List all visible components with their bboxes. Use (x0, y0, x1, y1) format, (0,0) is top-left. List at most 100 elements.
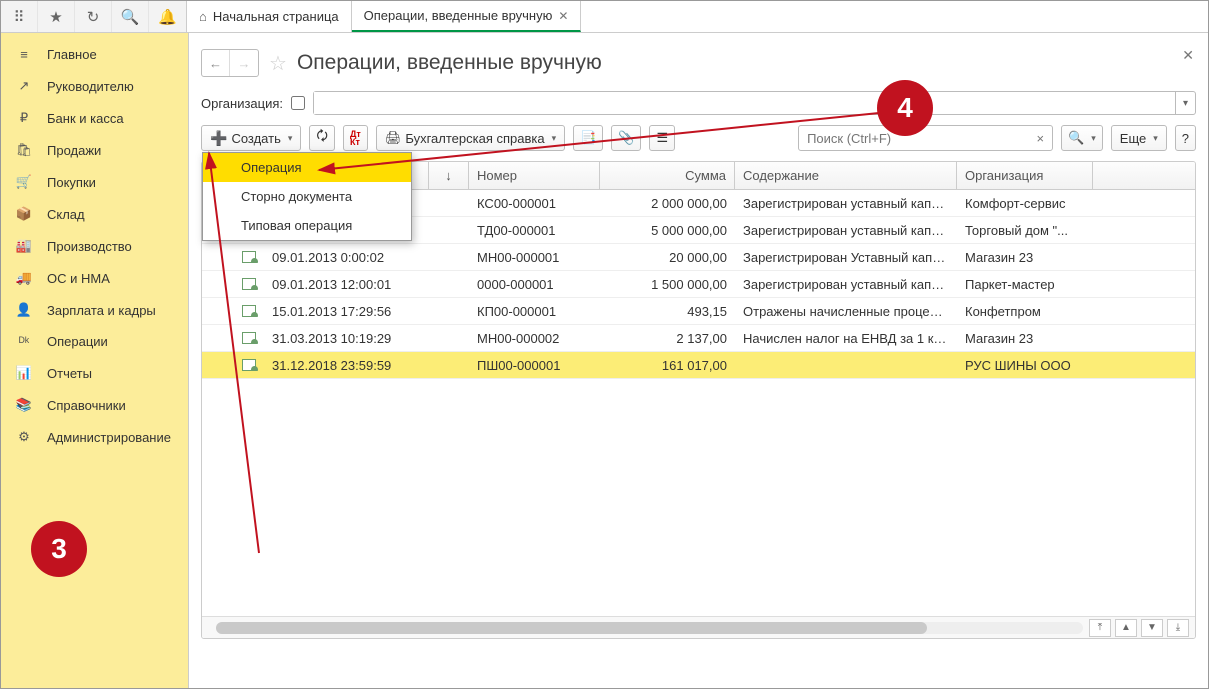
doc-icon (242, 332, 256, 344)
list-button[interactable]: ☰ (649, 125, 675, 151)
doc-icon (242, 305, 256, 317)
cell: ТД00-000001 (469, 223, 600, 238)
sidebar-item[interactable]: ⚙Администрирование (1, 421, 188, 453)
sidebar-label: Отчеты (47, 366, 92, 381)
page-title: Операции, введенные вручную (297, 51, 602, 75)
tab[interactable]: Операции, введенные вручную ✕ (352, 1, 582, 32)
page-down[interactable]: ▼ (1141, 619, 1163, 637)
print-button[interactable]: 🖨 Бухгалтерская справка ▾ (376, 125, 565, 151)
sidebar-label: Справочники (47, 398, 126, 413)
org-input[interactable] (314, 92, 1175, 114)
search-box[interactable]: × (798, 125, 1053, 151)
table-footer: ⤒ ▲ ▼ ⤓ (202, 616, 1195, 638)
tab-label: Операции, введенные вручную (364, 8, 553, 23)
page-header: ← → ☆ Операции, введенные вручную (201, 41, 1196, 85)
page-last[interactable]: ⤓ (1167, 619, 1189, 637)
sidebar-item[interactable]: ᴰᵏОперации (1, 326, 188, 357)
close-page-icon[interactable]: ✕ (1182, 47, 1194, 64)
create-menu-item[interactable]: Типовая операция (203, 211, 411, 240)
col-org[interactable]: Организация (957, 162, 1093, 189)
sidebar-item[interactable]: 🏭Производство (1, 230, 188, 262)
tab-label: Начальная страница (213, 9, 339, 24)
apps-icon[interactable]: ⠿ (1, 1, 38, 32)
table-row[interactable]: 31.03.2013 10:19:29МН00-0000022 137,00На… (202, 325, 1195, 352)
cell: Зарегистрирован Уставный капита... (735, 250, 957, 265)
cell: 20 000,00 (600, 250, 735, 265)
sidebar: ≡Главное↗Руководителю₽Банк и касса🛍Прода… (1, 33, 189, 688)
page-first[interactable]: ⤒ (1089, 619, 1111, 637)
main-area: ✕ ← → ☆ Операции, введенные вручную Орга… (189, 33, 1208, 688)
topbar: ⠿ ★ ↻ 🔍 🔔 ⌂Начальная страницаОперации, в… (1, 1, 1208, 33)
sidebar-label: Руководителю (47, 79, 134, 94)
org-field[interactable]: ▾ (313, 91, 1196, 115)
sidebar-item[interactable]: 📦Склад (1, 198, 188, 230)
tab[interactable]: ⌂Начальная страница (187, 1, 352, 32)
horizontal-scrollbar[interactable] (216, 622, 1083, 634)
sidebar-item[interactable]: 👤Зарплата и кадры (1, 294, 188, 326)
org-dropdown-icon[interactable]: ▾ (1175, 92, 1195, 114)
clear-search-icon[interactable]: × (1028, 131, 1052, 146)
create-menu-item[interactable]: Операция (203, 153, 411, 182)
sidebar-item[interactable]: ↗Руководителю (1, 70, 188, 102)
table-row[interactable]: 15.01.2013 17:29:56КП00-000001493,15Отра… (202, 298, 1195, 325)
cell: 161 017,00 (600, 358, 735, 373)
nav-buttons: ← → (201, 49, 259, 77)
history-icon[interactable]: ↻ (75, 1, 112, 32)
favorite-icon[interactable]: ☆ (269, 51, 287, 76)
tabs: ⌂Начальная страницаОперации, введенные в… (187, 1, 581, 32)
col-sort[interactable]: ↓ (429, 162, 469, 189)
create-menu-item[interactable]: Сторно документа (203, 182, 411, 211)
refresh-button[interactable]: 🗘 (309, 125, 335, 151)
forward-button[interactable]: → (230, 50, 258, 76)
create-button[interactable]: ➕ Создать ▾ ОперацияСторно документаТипо… (201, 125, 301, 151)
sidebar-icon: 👤 (15, 302, 33, 318)
org-filter-row: Организация: ▾ (201, 91, 1196, 115)
register-button[interactable]: 📑 (573, 125, 603, 151)
table-row[interactable]: 09.01.2013 12:00:010000-0000011 500 000,… (202, 271, 1195, 298)
sidebar-icon: ≡ (15, 47, 33, 62)
cell: ПШ00-000001 (469, 358, 600, 373)
sidebar-item[interactable]: 🛍Продажи (1, 134, 188, 166)
sidebar-icon: 🛍 (15, 142, 33, 158)
search-icon[interactable]: 🔍 (112, 1, 149, 32)
cell: Зарегистрирован уставный капитал (735, 223, 957, 238)
cell: 5 000 000,00 (600, 223, 735, 238)
sidebar-item[interactable]: 📚 Справочники (1, 389, 188, 421)
page-up[interactable]: ▲ (1115, 619, 1137, 637)
cell: Отражены начисленные проценты (735, 304, 957, 319)
plus-icon: ➕ (210, 130, 227, 147)
col-number[interactable]: Номер (469, 162, 600, 189)
col-extra[interactable] (1093, 162, 1195, 189)
doc-icon (242, 278, 256, 290)
bell-icon[interactable]: 🔔 (149, 1, 186, 32)
close-icon[interactable]: ✕ (558, 9, 568, 23)
attach-button[interactable]: 📎 (611, 125, 641, 151)
dtkt-button[interactable]: ДтКт (343, 125, 368, 151)
col-sum[interactable]: Сумма (600, 162, 735, 189)
sidebar-label: Операции (47, 334, 108, 349)
sidebar-item[interactable]: ₽Банк и касса (1, 102, 188, 134)
find-button[interactable]: 🔍▾ (1061, 125, 1103, 151)
sidebar-item[interactable]: 📊Отчеты (1, 357, 188, 389)
sidebar-item[interactable]: 🛒Покупки (1, 166, 188, 198)
table-row[interactable]: 31.12.2018 23:59:59ПШ00-000001161 017,00… (202, 352, 1195, 379)
chevron-down-icon: ▾ (552, 133, 557, 144)
cell: Торговый дом "... (957, 223, 1093, 238)
cell: Магазин 23 (957, 250, 1093, 265)
cell: 2 000 000,00 (600, 196, 735, 211)
sidebar-icon: 📚 (15, 397, 33, 413)
cell: Магазин 23 (957, 331, 1093, 346)
org-checkbox[interactable] (291, 96, 305, 110)
col-desc[interactable]: Содержание (735, 162, 957, 189)
cell (202, 305, 264, 317)
star-icon[interactable]: ★ (38, 1, 75, 32)
cell: 31.03.2013 10:19:29 (264, 331, 429, 346)
back-button[interactable]: ← (202, 50, 230, 76)
more-button[interactable]: Еще▾ (1111, 125, 1167, 151)
sidebar-item[interactable]: ≡Главное (1, 39, 188, 70)
sidebar-item[interactable]: 🚚ОС и НМА (1, 262, 188, 294)
cell: 2 137,00 (600, 331, 735, 346)
table-row[interactable]: 09.01.2013 0:00:02МН00-00000120 000,00За… (202, 244, 1195, 271)
sidebar-label: ОС и НМА (47, 271, 110, 286)
help-button[interactable]: ? (1175, 125, 1196, 151)
